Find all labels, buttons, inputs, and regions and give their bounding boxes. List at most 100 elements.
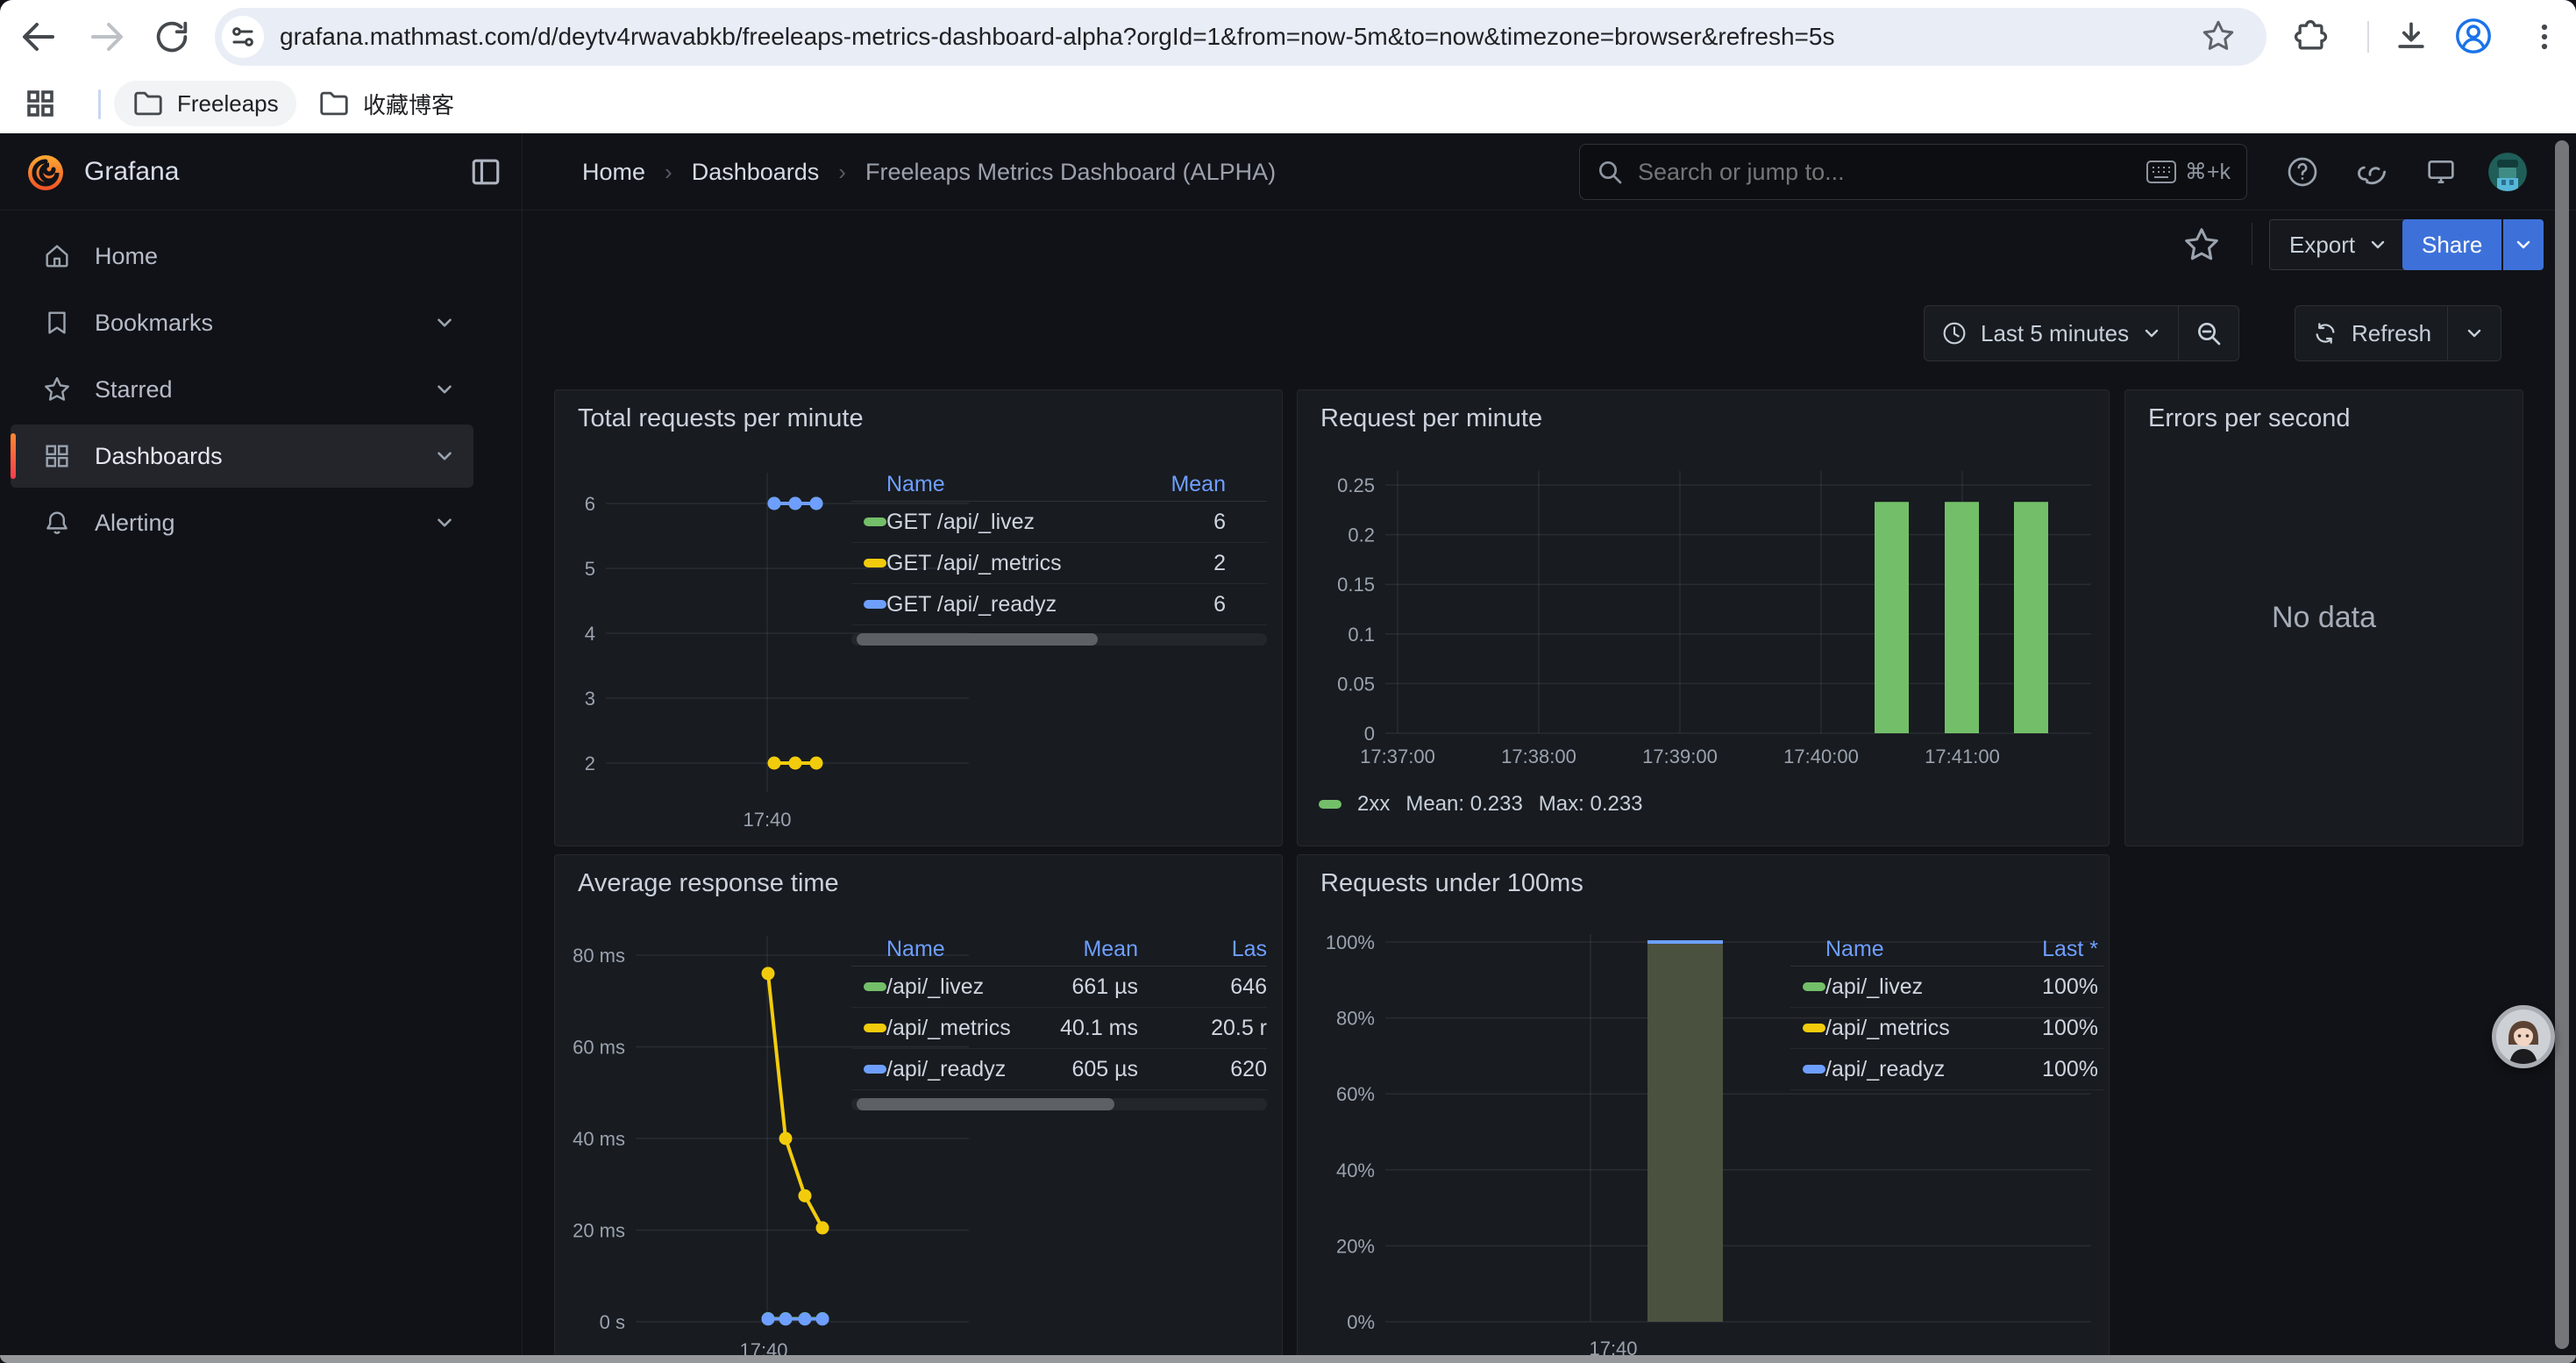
legend-col-name[interactable]: Name <box>886 937 1033 962</box>
svg-text:6: 6 <box>585 493 595 515</box>
apps-grid-icon[interactable] <box>23 86 58 121</box>
chevron-down-icon[interactable] <box>433 311 456 334</box>
series-mean: 40.1 ms <box>1033 1016 1138 1041</box>
panel-title[interactable]: Request per minute <box>1320 404 1542 433</box>
legend-row[interactable]: /api/_readyz 605 µs 620 <box>851 1049 1267 1090</box>
dashboard-toolbar: Export Share <box>523 211 2576 279</box>
share-button[interactable]: Share <box>2402 219 2544 270</box>
help-icon[interactable] <box>2285 154 2320 189</box>
toolbar-separator <box>2367 21 2369 53</box>
series-name[interactable]: /api/_readyz <box>886 1057 1033 1082</box>
user-avatar[interactable] <box>2488 153 2527 191</box>
sidebar-item-dashboards[interactable]: Dashboards <box>11 425 473 488</box>
legend-col-mean[interactable]: Mean <box>1033 937 1138 962</box>
panel-request-per-minute: Request per minute 0.250.20.150.10.05017… <box>1297 389 2110 846</box>
legend-row[interactable]: /api/_readyz 100% <box>1790 1049 2104 1090</box>
series-name[interactable]: /api/_livez <box>1825 974 2008 1000</box>
svg-text:0.2: 0.2 <box>1348 525 1375 546</box>
url-text[interactable]: grafana.mathmast.com/d/deytv4rwavabkb/fr… <box>280 8 2191 66</box>
sidebar-item-alerting[interactable]: Alerting <box>11 491 473 554</box>
legend-row[interactable]: /api/_metrics 40.1 ms 20.5 r <box>851 1008 1267 1049</box>
share-button-label[interactable]: Share <box>2402 219 2501 270</box>
legend-col-last[interactable]: Las <box>1138 937 1267 962</box>
chevron-down-icon[interactable] <box>433 378 456 401</box>
panel-title[interactable]: Total requests per minute <box>578 404 864 433</box>
svg-text:17:40: 17:40 <box>743 809 791 831</box>
series-color-pill <box>1803 982 1825 991</box>
series-name[interactable]: /api/_livez <box>886 974 1033 1000</box>
breadcrumb: Home › Dashboards › Freeleaps Metrics Da… <box>582 133 1276 211</box>
monitor-icon[interactable] <box>2423 154 2459 189</box>
chevron-down-icon <box>2464 323 2485 344</box>
chevron-down-icon[interactable] <box>433 511 456 534</box>
legend-row[interactable]: /api/_livez 661 µs 646 <box>851 967 1267 1008</box>
series-last: 100% <box>2008 1016 2104 1041</box>
news-icon[interactable] <box>2357 154 2392 189</box>
series-name[interactable]: GET /api/_readyz <box>886 592 1162 617</box>
back-icon[interactable] <box>16 14 61 60</box>
sidebar-toggle-icon[interactable] <box>466 153 505 191</box>
svg-text:17:37:00: 17:37:00 <box>1360 746 1435 767</box>
forward-icon[interactable] <box>84 14 130 60</box>
legend-col-last[interactable]: Last * <box>2008 937 2104 962</box>
series-name[interactable]: /api/_metrics <box>886 1016 1033 1041</box>
page-scrollbar[interactable] <box>2555 140 2569 1349</box>
breadcrumb-home[interactable]: Home <box>582 159 645 186</box>
series-name[interactable]: GET /api/_metrics <box>886 551 1162 576</box>
request-per-minute-chart[interactable]: 0.250.20.150.10.05017:37:0017:38:0017:39… <box>1298 460 2104 785</box>
legend-row[interactable]: /api/_metrics 100% <box>1790 1008 2104 1049</box>
time-range-button[interactable]: Last 5 minutes <box>1925 306 2178 360</box>
sidebar-item-bookmarks[interactable]: Bookmarks <box>11 291 473 354</box>
panel-title[interactable]: Requests under 100ms <box>1320 869 1583 898</box>
search-icon <box>1596 158 1624 186</box>
browser-menu-icon[interactable] <box>2525 18 2564 56</box>
legend-col-name[interactable]: Name <box>1825 937 2008 962</box>
series-color-pill <box>864 1065 886 1074</box>
refresh-interval-chevron[interactable] <box>2448 306 2501 360</box>
brand-name[interactable]: Grafana <box>84 133 179 211</box>
share-menu-chevron[interactable] <box>2501 219 2544 270</box>
legend-scrollbar[interactable] <box>851 633 1267 646</box>
bookmark-folder-freeleaps[interactable]: Freeleaps <box>114 81 296 126</box>
grafana-logo[interactable] <box>25 151 67 193</box>
legend-row[interactable]: 2xx Mean: 0.233 Max: 0.233 <box>1319 792 1643 817</box>
panel-title[interactable]: Average response time <box>578 869 839 898</box>
site-settings-icon[interactable] <box>222 16 264 58</box>
bookmark-folder-blogs[interactable]: 收藏博客 <box>300 81 472 126</box>
chevron-down-icon[interactable] <box>433 445 456 467</box>
reload-icon[interactable] <box>149 14 195 60</box>
favorite-star-icon[interactable] <box>2181 225 2222 265</box>
series-name[interactable]: /api/_readyz <box>1825 1057 2008 1082</box>
refresh-button[interactable]: Refresh <box>2295 306 2447 360</box>
refresh-label: Refresh <box>2352 320 2431 347</box>
series-color-pill <box>864 982 886 991</box>
zoom-out-button[interactable] <box>2179 306 2238 360</box>
legend-col-name[interactable]: Name <box>886 472 1162 497</box>
legend-col-mean[interactable]: Mean <box>1162 472 1267 497</box>
breadcrumb-dashboards[interactable]: Dashboards <box>692 159 820 186</box>
extensions-icon[interactable] <box>2292 18 2330 56</box>
address-bar[interactable]: grafana.mathmast.com/d/deytv4rwavabkb/fr… <box>215 8 2266 66</box>
export-button[interactable]: Export <box>2269 219 2409 270</box>
refresh-picker[interactable]: Refresh <box>2295 305 2501 361</box>
series-name[interactable]: GET /api/_livez <box>886 510 1162 535</box>
bookmarks-separator <box>98 89 101 119</box>
profile-icon[interactable] <box>2453 16 2494 56</box>
search-input[interactable] <box>1638 159 2146 186</box>
legend-scrollbar[interactable] <box>851 1098 1267 1110</box>
search-box[interactable]: ⌘+k <box>1579 144 2247 200</box>
legend-row[interactable]: GET /api/_metrics 2 <box>851 543 1267 584</box>
sidebar-item-home[interactable]: Home <box>11 225 473 288</box>
series-name[interactable]: 2xx <box>1357 792 1390 817</box>
svg-text:3: 3 <box>585 688 595 710</box>
legend-row[interactable]: GET /api/_livez 6 <box>851 502 1267 543</box>
time-range-picker[interactable]: Last 5 minutes <box>1924 305 2239 361</box>
series-mean: Mean: 0.233 <box>1405 792 1522 817</box>
downloads-icon[interactable] <box>2392 18 2430 56</box>
assistant-avatar[interactable] <box>2492 1005 2555 1068</box>
bookmark-star-icon[interactable] <box>2200 18 2237 54</box>
legend-row[interactable]: GET /api/_readyz 6 <box>851 584 1267 625</box>
legend-row[interactable]: /api/_livez 100% <box>1790 967 2104 1008</box>
series-name[interactable]: /api/_metrics <box>1825 1016 2008 1041</box>
sidebar-item-starred[interactable]: Starred <box>11 358 473 421</box>
